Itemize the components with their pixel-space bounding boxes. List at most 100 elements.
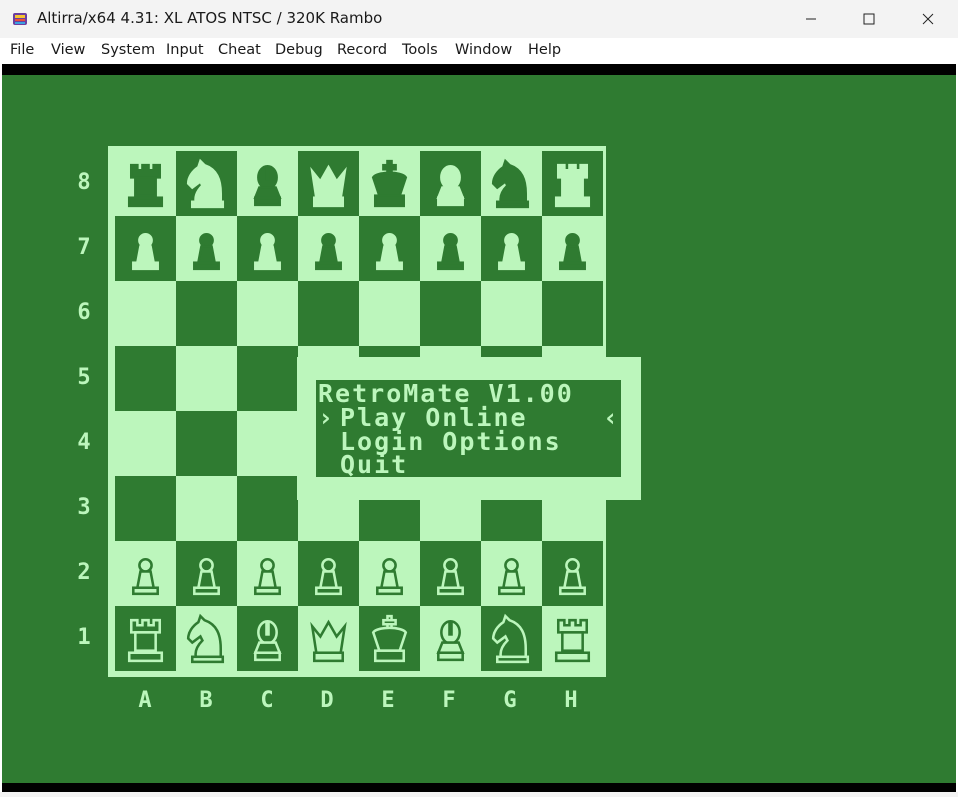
rank-label: 7 — [77, 235, 91, 260]
menu-view[interactable]: View — [51, 42, 85, 58]
board-square-h2 — [542, 541, 603, 606]
black-pawn-icon — [498, 232, 525, 271]
white-pawn-icon — [315, 557, 342, 596]
rank-label: 3 — [77, 495, 91, 520]
black-pawn-icon — [376, 232, 403, 271]
menu-cursor-left: › — [318, 403, 334, 432]
board-square-d6 — [298, 281, 359, 346]
white-pawn-icon — [376, 557, 403, 596]
board-square-f1 — [420, 606, 481, 671]
white-pawn-icon — [559, 557, 586, 596]
white-queen-icon — [310, 619, 347, 663]
rank-label: 5 — [77, 365, 91, 390]
board-square-g2 — [481, 541, 542, 606]
board-square-c4 — [237, 411, 298, 476]
black-pawn-icon — [193, 232, 220, 271]
menu-window[interactable]: Window — [455, 42, 512, 58]
white-rook-icon — [127, 618, 164, 663]
board-square-c8 — [237, 151, 298, 216]
black-pawn-icon — [559, 232, 586, 271]
rank-label: 8 — [77, 170, 91, 195]
board-square-b1 — [176, 606, 237, 671]
board-square-b7 — [176, 216, 237, 281]
white-rook-icon — [554, 618, 591, 663]
white-knight-icon — [491, 613, 530, 664]
board-square-a6 — [115, 281, 176, 346]
white-pawn-icon — [437, 557, 464, 596]
menu-system[interactable]: System — [101, 42, 155, 58]
menu-help[interactable]: Help — [528, 42, 561, 58]
board-square-g1 — [481, 606, 542, 671]
title-bar[interactable]: Altirra/x64 4.31: XL ATOS NTSC / 320K Ra… — [0, 0, 958, 38]
board-square-b5 — [176, 346, 237, 411]
file-label: C — [260, 688, 274, 713]
board-square-f6 — [420, 281, 481, 346]
board-square-d1 — [298, 606, 359, 671]
board-square-b4 — [176, 411, 237, 476]
black-knight-icon — [186, 158, 225, 209]
board-square-d8 — [298, 151, 359, 216]
menu-item-quit[interactable]: Quit — [340, 452, 408, 477]
black-pawn-icon — [254, 232, 281, 271]
minimize-button[interactable] — [782, 0, 840, 38]
black-rook-icon — [127, 163, 164, 208]
board-square-h8 — [542, 151, 603, 216]
maximize-button[interactable] — [840, 0, 898, 38]
white-pawn-icon — [193, 557, 220, 596]
black-pawn-icon — [315, 232, 342, 271]
board-square-e8 — [359, 151, 420, 216]
board-square-e2 — [359, 541, 420, 606]
board-square-b8 — [176, 151, 237, 216]
board-square-f7 — [420, 216, 481, 281]
board-square-a8 — [115, 151, 176, 216]
board-square-e1 — [359, 606, 420, 671]
menu-file[interactable]: File — [10, 42, 34, 58]
rank-label: 6 — [77, 300, 91, 325]
menu-tools[interactable]: Tools — [402, 42, 438, 58]
menu-debug[interactable]: Debug — [275, 42, 323, 58]
board-square-c7 — [237, 216, 298, 281]
board-square-b3 — [176, 476, 237, 541]
board-square-b6 — [176, 281, 237, 346]
window-bottom-edge — [0, 792, 958, 797]
white-pawn-icon — [498, 557, 525, 596]
maximize-icon — [863, 13, 875, 25]
white-pawn-icon — [132, 557, 159, 596]
board-square-f2 — [420, 541, 481, 606]
file-label: B — [199, 688, 213, 713]
board-square-h1 — [542, 606, 603, 671]
white-knight-icon — [186, 613, 225, 664]
white-bishop-icon — [253, 619, 282, 662]
black-king-icon — [371, 159, 408, 208]
rank-label: 2 — [77, 560, 91, 585]
black-pawn-icon — [132, 232, 159, 271]
close-button[interactable] — [899, 0, 957, 38]
menu-cheat[interactable]: Cheat — [218, 42, 261, 58]
black-rook-icon — [554, 163, 591, 208]
file-label: A — [138, 688, 152, 713]
rank-label: 1 — [77, 625, 91, 650]
board-square-a3 — [115, 476, 176, 541]
board-square-d7 — [298, 216, 359, 281]
window-title: Altirra/x64 4.31: XL ATOS NTSC / 320K Ra… — [37, 9, 383, 27]
board-square-h7 — [542, 216, 603, 281]
black-queen-icon — [310, 164, 347, 208]
board-square-c5 — [237, 346, 298, 411]
board-square-a5 — [115, 346, 176, 411]
white-bishop-icon — [436, 619, 465, 662]
board-square-b2 — [176, 541, 237, 606]
board-square-d2 — [298, 541, 359, 606]
menu-input[interactable]: Input — [166, 42, 204, 58]
board-square-c6 — [237, 281, 298, 346]
file-label: F — [442, 688, 456, 713]
board-square-g7 — [481, 216, 542, 281]
board-square-g6 — [481, 281, 542, 346]
menu-bar: File View System Input Cheat Debug Recor… — [0, 38, 958, 64]
board-square-c1 — [237, 606, 298, 671]
black-pawn-icon — [437, 232, 464, 271]
board-square-e6 — [359, 281, 420, 346]
board-square-g8 — [481, 151, 542, 216]
white-king-icon — [371, 614, 408, 663]
board-square-e7 — [359, 216, 420, 281]
menu-record[interactable]: Record — [337, 42, 387, 58]
